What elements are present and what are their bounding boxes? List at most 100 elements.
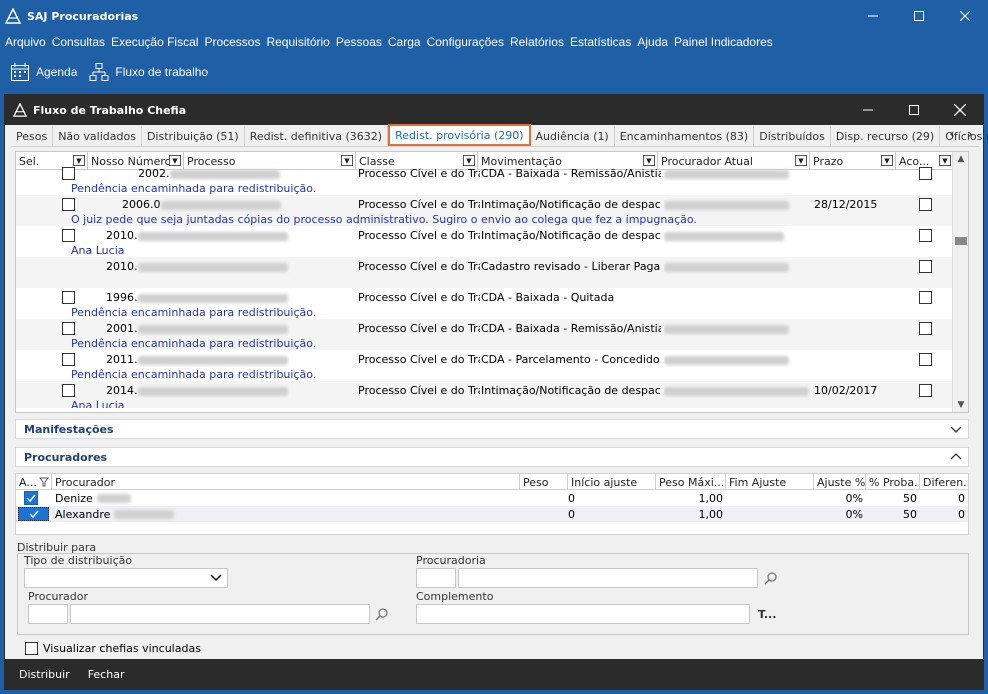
row-select-checkbox[interactable] <box>62 198 75 211</box>
acompanhar-checkbox[interactable] <box>919 260 932 273</box>
maximize-button[interactable] <box>896 0 942 32</box>
tab-distribuicao[interactable]: Distribuição (51) <box>142 126 245 146</box>
col-ajuste-pct[interactable]: Ajuste % <box>814 474 866 490</box>
row-select-checkbox[interactable] <box>62 353 75 366</box>
search-icon[interactable] <box>375 607 389 624</box>
menu-arquivo[interactable]: Arquivo <box>5 35 46 49</box>
distribuir-para-group: Tipo de distribuição Procuradoria Procur… <box>17 553 969 635</box>
visualizar-chefias-option[interactable]: Visualizar chefias vinculadas <box>25 642 201 655</box>
row-select-checkbox[interactable] <box>62 322 75 335</box>
fluxo-trabalho-button[interactable]: Fluxo de trabalho <box>89 62 208 82</box>
row-select-checkbox[interactable] <box>62 167 75 180</box>
search-icon[interactable] <box>764 571 778 588</box>
menu-painel-indicadores[interactable]: Painel Indicadores <box>674 35 773 49</box>
menu-execucao-fiscal[interactable]: Execução Fiscal <box>111 35 198 49</box>
menu-requisitorio[interactable]: Requisitório <box>266 35 329 49</box>
acompanhar-checkbox[interactable] <box>919 291 932 304</box>
tipo-distribuicao-select[interactable] <box>24 568 228 588</box>
row-select-checkbox[interactable] <box>62 229 75 242</box>
maximize-icon <box>914 11 924 21</box>
complemento-input[interactable] <box>416 604 750 624</box>
procurador-row[interactable]: Denize 0 1,00 0% 50 0 <box>16 490 968 506</box>
agenda-button[interactable]: Agenda <box>10 62 77 82</box>
table-row[interactable]: 2011. Processo Cível e do Trab CDA - Par… <box>16 350 954 381</box>
col-fim-ajuste[interactable]: Fim Ajuste <box>726 474 814 490</box>
col-peso[interactable]: Peso <box>520 474 568 490</box>
procuradoria-label: Procuradoria <box>416 554 486 567</box>
manifestacoes-section[interactable]: Manifestações <box>15 419 969 439</box>
filter-icon[interactable] <box>38 477 49 487</box>
acompanhar-checkbox[interactable] <box>919 198 932 211</box>
table-row[interactable]: 2010. Processo Cível e do Trab Intimação… <box>16 226 954 257</box>
tab-prev-icon[interactable]: ‹ <box>943 127 961 141</box>
t-button[interactable]: T... <box>758 608 776 621</box>
checkmark-icon[interactable] <box>18 507 49 521</box>
ativo-cell <box>16 506 52 522</box>
acompanhar-checkbox[interactable] <box>919 322 932 335</box>
procurador-row[interactable]: Alexandre 0 1,00 0% 50 0 <box>16 506 968 522</box>
table-row[interactable]: 2010. Processo Cível e do Trab Cadastro … <box>16 257 954 288</box>
checkmark-icon[interactable] <box>24 491 38 505</box>
distribuir-button[interactable]: Distribuir <box>19 668 70 681</box>
fluxo-label: Fluxo de trabalho <box>115 65 209 79</box>
col-ativo[interactable]: A... <box>16 474 52 490</box>
tab-next-icon[interactable]: › <box>961 127 979 141</box>
col-probabilidade[interactable]: % Proba... <box>866 474 920 490</box>
table-row[interactable]: 1996. Processo Cível e do Trab CDA - Bai… <box>16 288 954 319</box>
tab-redist-provisoria[interactable]: Redist. provisória (290) <box>388 124 531 146</box>
procurador-nome-input[interactable] <box>70 604 370 624</box>
table-row[interactable]: 2001. Processo Cível e do Trab CDA - Bai… <box>16 319 954 350</box>
row-select-checkbox[interactable] <box>62 291 75 304</box>
tab-encaminhamentos[interactable]: Encaminhamentos (83) <box>615 126 755 146</box>
window-maximize-button[interactable] <box>891 95 937 125</box>
peso-max-cell: 1,00 <box>698 507 724 521</box>
menu-ajuda[interactable]: Ajuda <box>637 35 668 49</box>
window-close-button[interactable] <box>937 95 983 125</box>
procuradoria-nome-input[interactable] <box>458 568 758 588</box>
menu-carga[interactable]: Carga <box>388 35 421 49</box>
col-procurador[interactable]: Procurador <box>52 474 520 490</box>
row-select-checkbox[interactable] <box>62 384 75 397</box>
scroll-down-icon[interactable]: ▼ <box>953 400 968 410</box>
tab-nao-validados[interactable]: Não validados <box>53 126 142 146</box>
acompanhar-checkbox[interactable] <box>919 384 932 397</box>
row-note: Ana Lucia <box>71 244 125 257</box>
chevron-up-icon[interactable] <box>950 451 962 466</box>
menu-pessoas[interactable]: Pessoas <box>336 35 382 49</box>
chevron-down-icon[interactable] <box>950 423 962 438</box>
menu-consultas[interactable]: Consultas <box>52 35 105 49</box>
tab-redist-definitiva[interactable]: Redist. definitiva (3632) <box>245 126 389 146</box>
window-minimize-button[interactable] <box>845 95 891 125</box>
tab-distribuidos[interactable]: Distribuídos <box>754 126 831 146</box>
procuradoria-codigo-input[interactable] <box>416 568 456 588</box>
scroll-up-icon[interactable]: ▲ <box>953 154 968 164</box>
tab-pesos[interactable]: Pesos <box>11 126 54 146</box>
acompanhar-checkbox[interactable] <box>919 353 932 366</box>
classe-cell: Processo Cível e do Trab <box>358 167 480 180</box>
agenda-label: Agenda <box>36 65 78 79</box>
procuradores-section[interactable]: Procuradores <box>15 447 969 467</box>
procurador-codigo-input[interactable] <box>28 604 68 624</box>
tab-disp-recurso[interactable]: Disp. recurso (29) <box>831 126 941 146</box>
menu-relatorios[interactable]: Relatórios <box>510 35 564 49</box>
close-button[interactable] <box>942 0 988 32</box>
menu-processos[interactable]: Processos <box>204 35 260 49</box>
col-diferenca[interactable]: Diferen... <box>920 474 968 490</box>
acompanhar-checkbox[interactable] <box>919 167 932 180</box>
table-row[interactable]: 2014. Processo Cível e do Trab Intimação… <box>16 381 954 408</box>
table-row[interactable]: 2006.0 Processo Cível e do Trab Intimaçã… <box>16 195 954 226</box>
col-inicio-ajuste[interactable]: Início ajuste <box>568 474 656 490</box>
col-peso-maximo[interactable]: Peso Máxi... <box>656 474 726 490</box>
minimize-icon <box>868 15 878 17</box>
table-row[interactable]: 2002. Processo Cível e do Trab CDA - Bai… <box>16 164 954 195</box>
acompanhar-checkbox[interactable] <box>919 229 932 242</box>
minimize-button[interactable] <box>850 0 896 32</box>
grid-scrollbar[interactable]: ▲ ▼ <box>952 152 968 412</box>
menu-configuracoes[interactable]: Configurações <box>427 35 504 49</box>
processo-value: 2010. <box>106 229 138 242</box>
visualizar-chefias-checkbox[interactable] <box>25 642 38 655</box>
tab-audiencia[interactable]: Audiência (1) <box>531 126 615 146</box>
menu-estatisticas[interactable]: Estatísticas <box>570 35 631 49</box>
fechar-button[interactable]: Fechar <box>88 668 125 681</box>
scrollbar-thumb[interactable] <box>955 237 967 245</box>
